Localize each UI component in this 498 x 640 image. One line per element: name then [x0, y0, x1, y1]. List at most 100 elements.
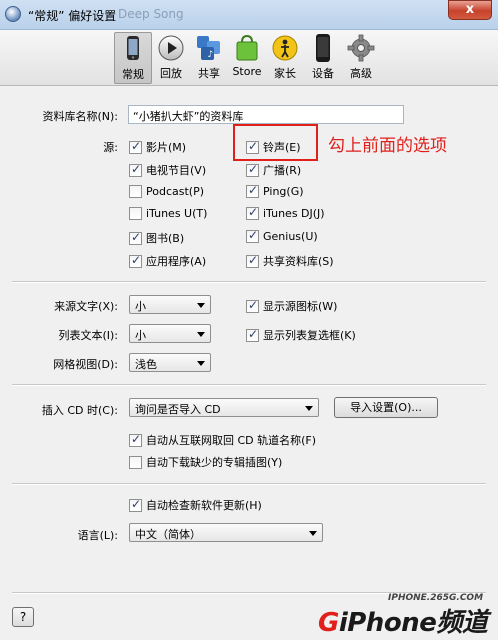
list-text-label: 列表文本(I): [58, 329, 118, 342]
checkbox-label: 显示列表复选框(K) [263, 329, 356, 342]
show-source-icons-checkbox[interactable]: 显示源图标(W) [246, 298, 337, 314]
select-value: 询问是否导入 CD [135, 403, 221, 416]
checkbox-label: 自动检查新软件更新(H) [146, 499, 262, 512]
library-name-input[interactable]: “小猪扒大虾”的资料库 [128, 105, 404, 124]
tab-advanced[interactable]: 高级 [342, 32, 380, 84]
iphone-icon [127, 36, 139, 60]
show-list-checkboxes-checkbox[interactable]: 显示列表复选框(K) [246, 327, 356, 343]
source-tv-checkbox[interactable]: 电视节目(V) [129, 162, 206, 178]
library-name-value: “小猪扒大虾”的资料库 [133, 110, 244, 123]
library-name-label: 资料库名称(N): [42, 110, 118, 123]
tab-devices[interactable]: 设备 [304, 32, 342, 84]
annotation-text: 勾上前面的选项 [328, 136, 447, 156]
separator [12, 483, 486, 485]
checkbox-label: 自动从互联网取回 CD 轨道名称(F) [146, 434, 317, 447]
close-button[interactable]: x [448, 0, 492, 20]
source-ping-checkbox[interactable]: Ping(G) [246, 183, 304, 198]
chevron-down-icon [197, 332, 205, 337]
source-text-select[interactable]: 小 [129, 295, 211, 314]
checkbox-label: 广播(R) [263, 164, 302, 177]
source-movies-checkbox[interactable]: 影片(M) [129, 139, 186, 155]
select-value: 中文（简体） [135, 528, 201, 541]
source-radio-checkbox[interactable]: 广播(R) [246, 162, 301, 178]
tab-parental-label: 家长 [274, 67, 296, 80]
list-text-select[interactable]: 小 [129, 324, 211, 343]
itunes-app-icon [5, 6, 21, 22]
checkbox-label: 共享资料库(S) [263, 255, 334, 268]
checkbox-box [129, 230, 142, 245]
checkbox-box [246, 298, 259, 313]
tab-playback[interactable]: 回放 [152, 32, 190, 84]
close-icon: x [465, 2, 475, 17]
select-value: 小 [135, 300, 146, 313]
checkbox-box [129, 432, 142, 447]
checkbox-box [129, 497, 142, 512]
checkbox-label: Genius(U) [263, 230, 318, 243]
svg-text:♪: ♪ [208, 50, 214, 60]
separator [12, 384, 486, 386]
gear-icon [347, 34, 375, 62]
parental-icon [272, 35, 298, 61]
tab-advanced-label: 高级 [350, 67, 372, 80]
tab-devices-label: 设备 [312, 67, 334, 80]
select-value: 小 [135, 329, 146, 342]
auto-cd-names-checkbox[interactable]: 自动从互联网取回 CD 轨道名称(F) [129, 432, 316, 448]
tab-general-label: 常规 [122, 68, 144, 81]
sources-label: 源: [103, 141, 118, 154]
chevron-down-icon [309, 531, 317, 536]
checkbox-box [129, 185, 142, 198]
checkbox-box [129, 162, 142, 177]
auto-update-checkbox[interactable]: 自动检查新软件更新(H) [129, 497, 262, 513]
tab-store-label: Store [232, 65, 262, 78]
source-shared-libraries-checkbox[interactable]: 共享资料库(S) [246, 253, 334, 269]
import-settings-button[interactable]: 导入设置(O)... [334, 397, 438, 418]
chevron-down-icon [197, 303, 205, 308]
window-title: “常规” 偏好设置 [28, 9, 117, 23]
checkbox-box [129, 207, 142, 220]
watermark-logo: GiPhone频道 [318, 602, 488, 639]
checkbox-label: 影片(M) [146, 141, 187, 154]
background-window-title: Deep Song [118, 7, 184, 21]
grid-view-label: 网格视图(D): [53, 358, 118, 371]
checkbox-box [246, 327, 259, 342]
store-bag-icon [236, 34, 258, 61]
checkbox-label: 电视节目(V) [146, 164, 207, 177]
device-icon [316, 34, 330, 62]
preferences-toolbar: 常规 回放 ♪ 共享 Store 家长 设备 高级 [0, 30, 498, 86]
select-value: 浅色 [135, 358, 157, 371]
checkbox-box [129, 455, 142, 469]
auto-artwork-checkbox[interactable]: 自动下载缺少的专辑插图(Y) [129, 454, 282, 470]
separator [12, 281, 486, 283]
annotation-highlight-box [233, 124, 318, 161]
grid-view-select[interactable]: 浅色 [129, 353, 211, 372]
source-podcast-checkbox[interactable]: Podcast(P) [129, 185, 204, 198]
source-itunes-u-checkbox[interactable]: iTunes U(T) [129, 207, 207, 220]
source-books-checkbox[interactable]: 图书(B) [129, 230, 184, 246]
tab-store[interactable]: Store [228, 32, 266, 84]
checkbox-box [246, 253, 259, 268]
tab-general[interactable]: 常规 [114, 32, 152, 84]
checkbox-box [129, 139, 142, 154]
checkbox-box [246, 183, 259, 198]
chevron-down-icon [197, 361, 205, 366]
checkbox-label: iTunes U(T) [146, 207, 208, 220]
source-genius-checkbox[interactable]: Genius(U) [246, 228, 318, 243]
share-icon: ♪ [197, 36, 220, 60]
insert-cd-select[interactable]: 询问是否导入 CD [129, 398, 319, 417]
help-button[interactable]: ? [12, 607, 34, 627]
watermark-logo-text: iPhone频道 [338, 608, 488, 638]
watermark-logo-g: G [318, 608, 339, 638]
insert-cd-label: 插入 CD 时(C): [41, 404, 118, 417]
play-icon [158, 35, 184, 61]
checkbox-box [246, 162, 259, 177]
checkbox-label: 图书(B) [146, 232, 185, 245]
checkbox-label: Ping(G) [263, 185, 304, 198]
title-bar: “常规” 偏好设置 Deep Song x [0, 0, 498, 30]
checkbox-label: 应用程序(A) [146, 255, 207, 268]
source-itunes-dj-checkbox[interactable]: iTunes DJ(J) [246, 205, 325, 220]
source-apps-checkbox[interactable]: 应用程序(A) [129, 253, 206, 269]
tab-parental[interactable]: 家长 [266, 32, 304, 84]
language-select[interactable]: 中文（简体） [129, 523, 323, 542]
checkbox-box [246, 228, 259, 243]
tab-sharing[interactable]: ♪ 共享 [190, 32, 228, 84]
